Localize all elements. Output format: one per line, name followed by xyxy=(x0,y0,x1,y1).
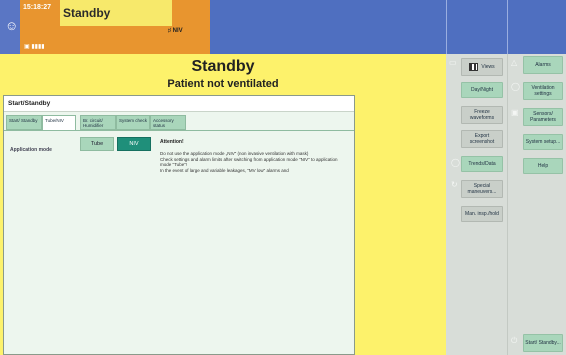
page-title: Standby xyxy=(191,58,255,75)
special-side-icon: ↻ xyxy=(451,180,458,189)
status-field-lower xyxy=(60,26,210,54)
manual-inspiration-button[interactable]: Man. insp./hold xyxy=(461,206,503,222)
export-screenshot-button[interactable]: Export screenshot xyxy=(461,130,503,148)
application-mode-label: Application mode xyxy=(10,147,52,153)
trends-data-button[interactable]: Trends/Data xyxy=(461,156,503,172)
special-maneuvers-button[interactable]: Special maneuvers... xyxy=(461,180,503,198)
battery-icon: ▣ ▮▮▮▮ xyxy=(24,44,45,50)
power-side-icon: ⏻ xyxy=(511,336,518,345)
trends-side-icon: ◯ xyxy=(451,158,460,167)
patient-indicator[interactable]: ☺ xyxy=(0,0,20,54)
patient-icon: ☺ xyxy=(5,18,19,33)
niv-mode-label: NIV xyxy=(172,28,183,34)
attention-title: Attention! xyxy=(160,139,184,145)
system-setup-button[interactable]: System setup... xyxy=(523,134,563,150)
niv-button[interactable]: NIV xyxy=(117,137,151,151)
niv-mode-badge: ♯ NIV xyxy=(168,28,183,34)
header-divider xyxy=(446,0,447,54)
day-night-button[interactable]: Day/Night xyxy=(461,82,503,98)
help-button[interactable]: Help xyxy=(523,158,563,174)
tab-divider xyxy=(4,130,354,131)
status-text: Standby xyxy=(63,6,111,20)
tab-system-check[interactable]: System check xyxy=(116,115,150,130)
sensors-side-icon: ▣ xyxy=(511,108,519,117)
alarms-button[interactable]: Alarms xyxy=(523,56,563,74)
start-standby-dialog: Start/Standby Start/ Standby Tube/NIV Br… xyxy=(3,95,355,355)
attention-text: Do not use the application mode „NIV“ (n… xyxy=(160,151,338,173)
start-standby-button[interactable]: Start/ Standby... xyxy=(523,334,563,352)
tube-button[interactable]: Tube xyxy=(80,137,114,151)
dialog-header: Start/Standby xyxy=(4,96,354,112)
sensors-parameters-button[interactable]: Sensors/ Parameters xyxy=(523,108,563,126)
ventilation-settings-button[interactable]: Ventilation settings xyxy=(523,82,563,100)
views-icon xyxy=(469,63,479,71)
tab-tube-niv[interactable]: Tube/NIV xyxy=(42,115,76,131)
clock-time: 15:18:27 xyxy=(23,4,52,11)
side-panel-divider xyxy=(507,54,508,355)
header-divider xyxy=(507,0,508,54)
ventilation-side-icon: ◯ xyxy=(511,82,520,91)
status-field-orange xyxy=(172,0,210,26)
tab-start-standby[interactable]: Start/ Standby xyxy=(6,115,42,130)
views-button[interactable]: Views xyxy=(461,58,503,76)
page-subtitle: Patient not ventilated xyxy=(167,78,279,90)
freeze-waveforms-button[interactable]: Freeze waveforms xyxy=(461,106,503,124)
tab-accessory-status[interactable]: Accessory status xyxy=(150,115,186,130)
side-panel-left xyxy=(446,54,507,355)
dialog-title: Start/Standby xyxy=(8,100,51,107)
alarms-side-icon: △ xyxy=(511,58,518,67)
tab-breathing-circuit[interactable]: Br. circuit/ Humidifier xyxy=(80,115,116,130)
views-label: Views xyxy=(481,64,495,70)
views-side-icon: ▭ xyxy=(449,58,457,67)
